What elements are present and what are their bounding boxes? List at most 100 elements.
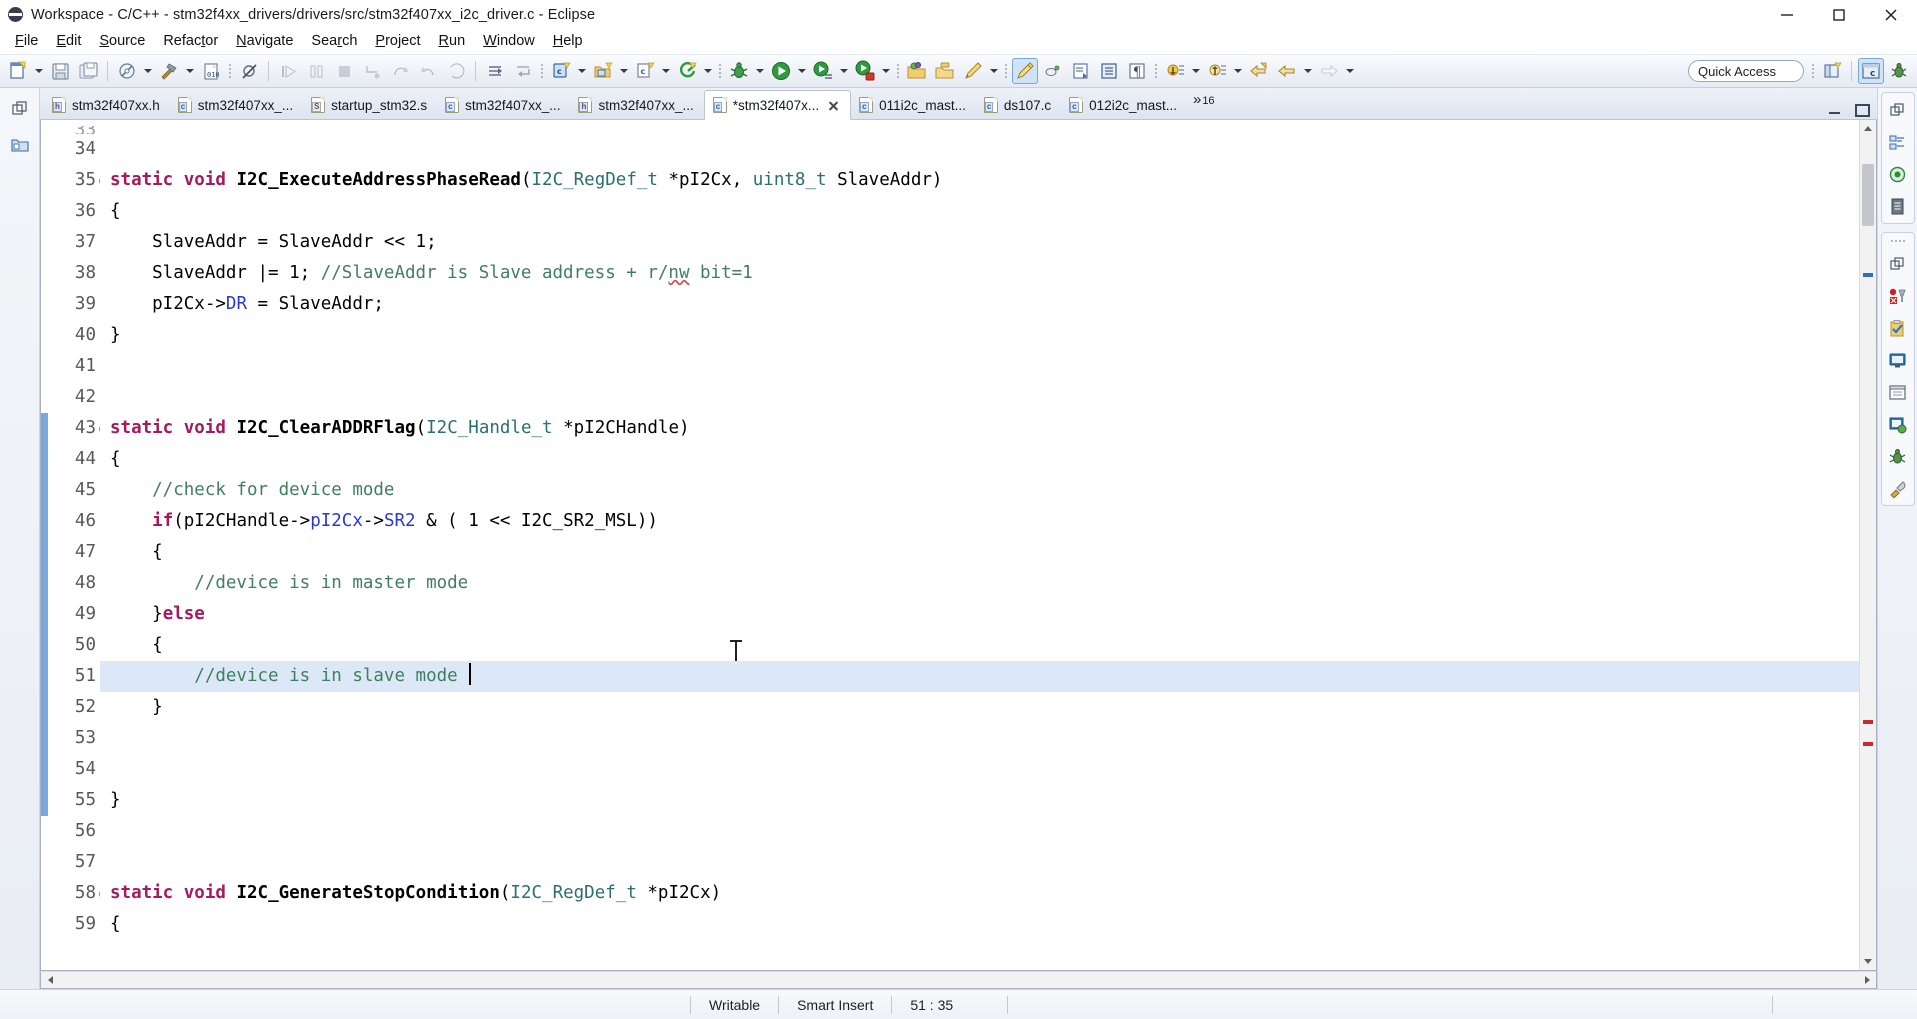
menu-file[interactable]: File bbox=[6, 32, 47, 52]
line-number[interactable]: 46 bbox=[48, 506, 100, 537]
debug-bug-icon[interactable] bbox=[726, 58, 752, 84]
save-icon[interactable] bbox=[47, 58, 73, 84]
fast-view-drag-handle[interactable] bbox=[1890, 237, 1905, 245]
tab-011i2c-mast[interactable]: c 011i2c_mast... bbox=[851, 91, 976, 119]
step-return-icon[interactable] bbox=[415, 58, 441, 84]
restore-icon[interactable] bbox=[1885, 97, 1911, 123]
line-number[interactable]: 55 bbox=[48, 785, 100, 816]
toolbar-drag-handle-5[interactable] bbox=[1003, 60, 1009, 82]
new-c-project-icon[interactable] bbox=[590, 58, 616, 84]
line-number[interactable]: 42 bbox=[48, 382, 100, 413]
code-line[interactable] bbox=[100, 382, 1859, 413]
tab-startup-stm32-s[interactable]: S startup_stm32.s bbox=[303, 91, 437, 119]
notes-icon[interactable] bbox=[1809, 995, 1845, 1015]
code-line[interactable]: SlaveAddr |= 1; //SlaveAddr is Slave add… bbox=[100, 258, 1859, 289]
editor-vertical-scrollbar[interactable] bbox=[1859, 120, 1876, 970]
code-line[interactable]: } bbox=[100, 785, 1859, 816]
dot-icon[interactable] bbox=[1881, 995, 1917, 1015]
hammer-dropdown-arrow[interactable] bbox=[183, 58, 196, 84]
line-number[interactable]: 47 bbox=[48, 537, 100, 568]
problems-icon[interactable] bbox=[1885, 411, 1911, 437]
cpp-perspective-icon[interactable]: c bbox=[1858, 58, 1884, 84]
scroll-right-button[interactable] bbox=[1858, 972, 1876, 988]
line-number[interactable]: 53 bbox=[48, 723, 100, 754]
line-number-ruler[interactable]: 3334353637383940414243444546474849505152… bbox=[48, 120, 109, 970]
step-into-icon[interactable] bbox=[359, 58, 385, 84]
toolbar-drag-handle[interactable] bbox=[227, 60, 233, 82]
code-line[interactable]: if(pI2CHandle->pI2Cx->SR2 & ( 1 << I2C_S… bbox=[100, 506, 1859, 537]
tasks-clipboard-icon[interactable] bbox=[1885, 315, 1911, 341]
menu-window[interactable]: Window bbox=[474, 32, 544, 52]
hammer-icon[interactable] bbox=[156, 58, 182, 84]
toolbar-drag-handle-7[interactable] bbox=[1810, 60, 1816, 82]
toolbar-drag-handle-2[interactable] bbox=[539, 60, 545, 82]
toolbar-drag-handle-6[interactable] bbox=[1153, 60, 1159, 82]
step-over-icon[interactable] bbox=[387, 58, 413, 84]
external-tools-icon[interactable] bbox=[674, 58, 700, 84]
editor-horizontal-scrollbar[interactable] bbox=[40, 971, 1877, 989]
horizontal-scroll-track[interactable] bbox=[59, 972, 1858, 988]
resume-icon[interactable] bbox=[275, 58, 301, 84]
code-line[interactable] bbox=[100, 134, 1859, 165]
memory-wrench-icon[interactable] bbox=[1885, 475, 1911, 501]
highlight-pen-icon[interactable] bbox=[1012, 58, 1038, 84]
code-line[interactable]: static void I2C_GenerateStopCondition(I2… bbox=[100, 878, 1859, 909]
binary-icon[interactable]: 010 bbox=[198, 58, 224, 84]
tab-stm32f407xx-h[interactable]: h stm32f407xx.h bbox=[44, 91, 170, 119]
window-icon[interactable] bbox=[1845, 995, 1881, 1015]
drop-to-frame-icon[interactable] bbox=[443, 58, 469, 84]
error-marker[interactable] bbox=[1863, 742, 1873, 746]
code-line[interactable]: { bbox=[100, 630, 1859, 661]
coverage-dropdown-arrow[interactable] bbox=[879, 58, 892, 84]
outline-view-icon[interactable] bbox=[1885, 129, 1911, 155]
build-all-icon[interactable] bbox=[114, 58, 140, 84]
code-line[interactable] bbox=[100, 754, 1859, 785]
suspend-icon[interactable] bbox=[303, 58, 329, 84]
run-config-dropdown-arrow[interactable] bbox=[837, 58, 850, 84]
scroll-down-button[interactable] bbox=[1860, 953, 1876, 970]
line-number[interactable]: 39 bbox=[48, 289, 100, 320]
tab-ds107-c[interactable]: c ds107.c bbox=[976, 91, 1061, 119]
progress-icon[interactable] bbox=[1773, 995, 1809, 1015]
maximize-editor-icon[interactable] bbox=[1853, 103, 1870, 117]
menu-edit[interactable]: Edit bbox=[47, 32, 90, 52]
code-line[interactable]: } bbox=[100, 320, 1859, 351]
code-text-area[interactable]: static void I2C_ExecuteAddressPhaseRead(… bbox=[100, 120, 1859, 970]
line-number[interactable]: 38 bbox=[48, 258, 100, 289]
open-folder-icon[interactable] bbox=[904, 58, 930, 84]
line-number[interactable]: 36 bbox=[48, 196, 100, 227]
line-number[interactable]: 56 bbox=[48, 816, 100, 847]
line-number[interactable]: 50 bbox=[48, 630, 100, 661]
menu-run[interactable]: Run bbox=[430, 32, 475, 52]
code-line[interactable]: { bbox=[100, 909, 1859, 940]
tab-overflow-chevron-icon[interactable]: » 16 bbox=[1193, 91, 1215, 119]
instruction-step-icon[interactable] bbox=[510, 58, 536, 84]
editor-lock-icon[interactable] bbox=[971, 995, 1007, 1015]
close-icon[interactable] bbox=[827, 99, 840, 112]
new-file-dropdown-arrow[interactable] bbox=[32, 58, 45, 84]
pilcrow-icon[interactable]: ¶ bbox=[1124, 58, 1150, 84]
new-c-source-icon[interactable]: c bbox=[632, 58, 658, 84]
tab-stm32f407xx-h-2[interactable]: h stm32f407xx_... bbox=[570, 91, 703, 119]
line-number[interactable]: 58 bbox=[48, 878, 109, 909]
debug-bug-icon[interactable] bbox=[1885, 443, 1911, 469]
new-c-file-icon[interactable]: c bbox=[548, 58, 574, 84]
pencil-dropdown-arrow[interactable] bbox=[987, 58, 1000, 84]
line-number[interactable]: 54 bbox=[48, 754, 100, 785]
line-number[interactable]: 52 bbox=[48, 692, 100, 723]
outline-icon[interactable] bbox=[1096, 58, 1122, 84]
tab-stm32f407xx-c-2[interactable]: c stm32f407xx_... bbox=[437, 91, 570, 119]
occurrence-marker[interactable] bbox=[1863, 273, 1873, 277]
toolbar-drag-handle-4[interactable] bbox=[895, 60, 901, 82]
forward-arrow-icon[interactable] bbox=[1316, 58, 1342, 84]
breakpoints-icon[interactable] bbox=[1885, 283, 1911, 309]
code-line[interactable] bbox=[100, 816, 1859, 847]
menu-help[interactable]: Help bbox=[544, 32, 592, 52]
source-editor[interactable]: 3334353637383940414243444546474849505152… bbox=[40, 120, 1877, 971]
block-select-icon[interactable] bbox=[1040, 58, 1066, 84]
build-all-dropdown-arrow[interactable] bbox=[141, 58, 154, 84]
forward-dropdown-arrow[interactable] bbox=[1343, 58, 1356, 84]
external-tools-dropdown-arrow[interactable] bbox=[701, 58, 714, 84]
last-edit-icon[interactable] bbox=[1246, 58, 1272, 84]
line-number[interactable]: 35 bbox=[48, 165, 109, 196]
